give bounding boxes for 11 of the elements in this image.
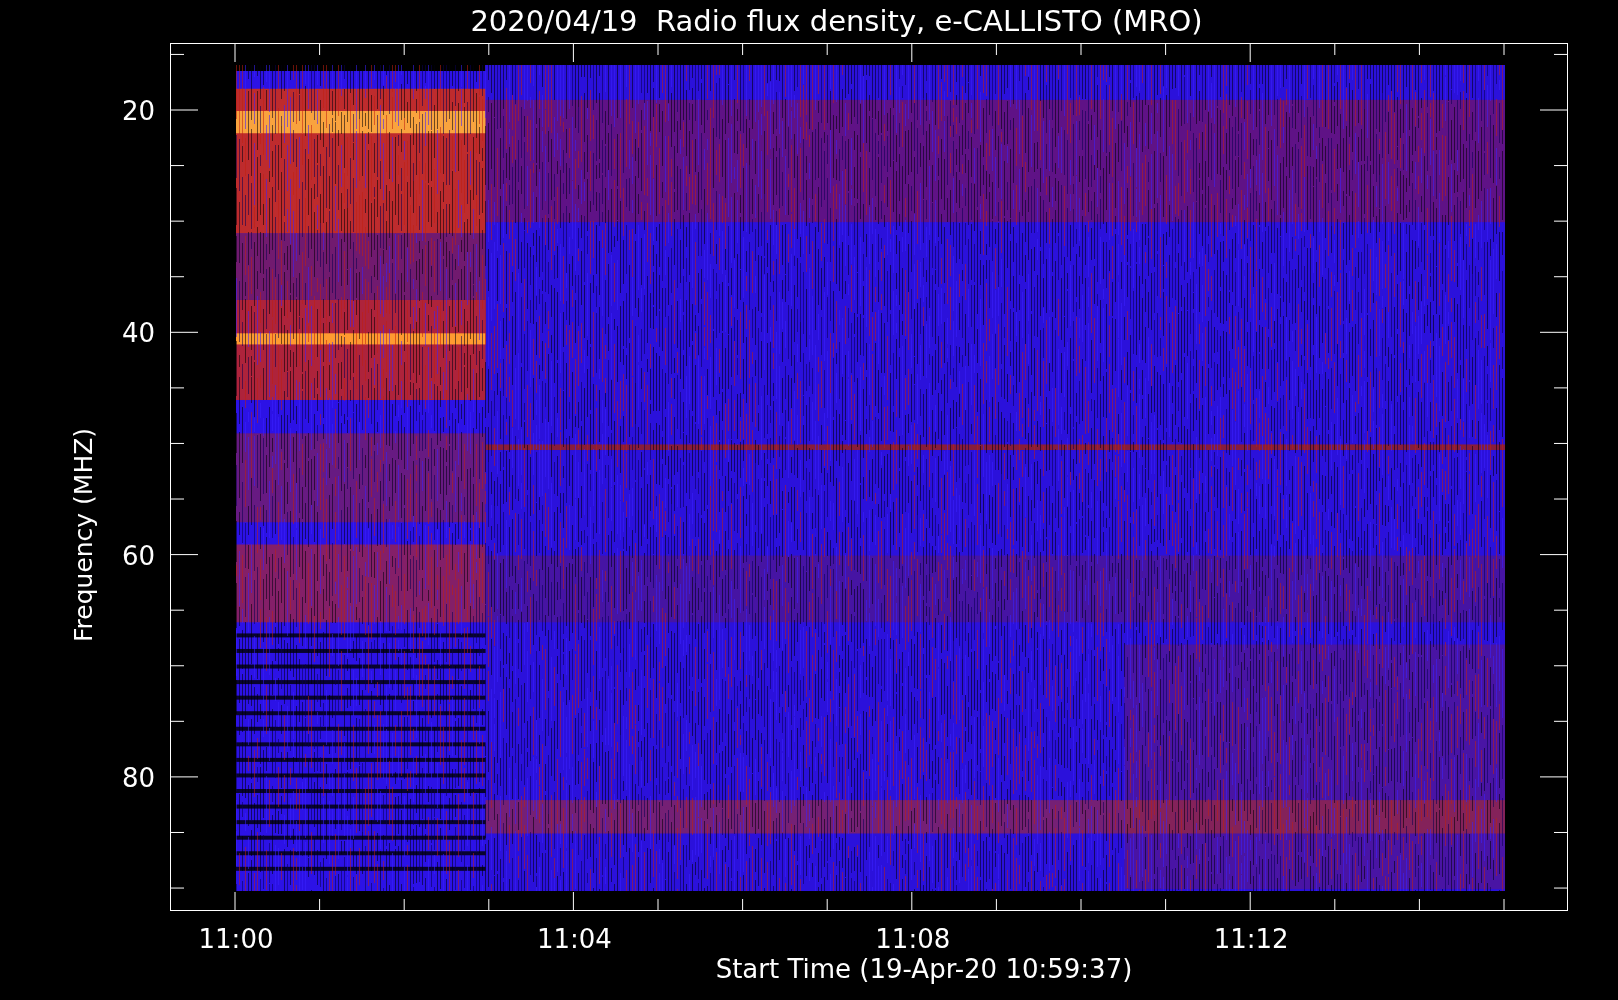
x-tick-label: 11:12 xyxy=(1212,923,1290,956)
x-tick-label: 11:04 xyxy=(535,923,613,956)
x-axis-title: Start Time (19-Apr-20 10:59:37) xyxy=(714,953,1134,986)
y-tick-label: 80 xyxy=(121,761,155,795)
y-tick-label: 40 xyxy=(121,317,155,351)
chart-title: 2020/04/19 Radio flux density, e-CALLISTO (MRO) xyxy=(470,3,1203,40)
y-axis-title: Frequency (MHZ) xyxy=(69,427,99,642)
x-tick-label: 11:00 xyxy=(197,923,275,956)
x-tick-label: 11:08 xyxy=(874,923,952,956)
y-tick-label: 20 xyxy=(121,95,155,128)
y-tick-label: 60 xyxy=(121,539,155,573)
